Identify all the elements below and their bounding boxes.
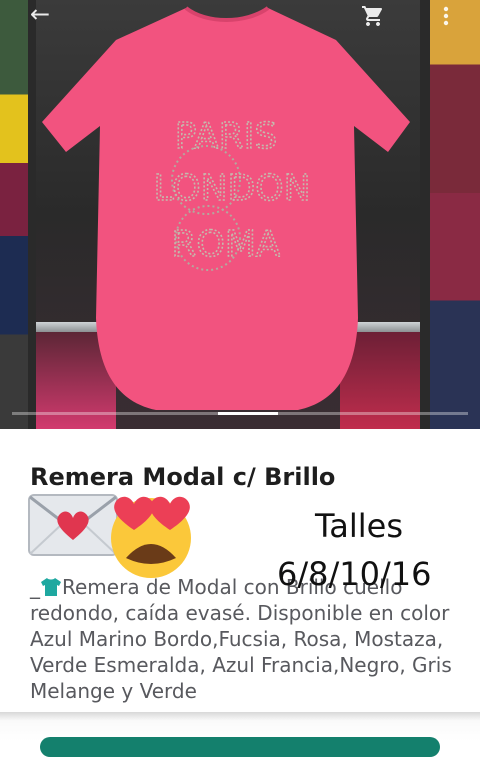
product-description: _ Remera de Modal con Brillo cuello redon… xyxy=(30,574,460,704)
pink-tshirt-image: PARIS LONDON ROMA xyxy=(42,6,410,410)
sizes-label: Talles xyxy=(315,507,403,545)
description-text: Remera de Modal con Brillo cuello redond… xyxy=(30,575,452,703)
product-image-carousel[interactable]: PARIS LONDON ROMA ← xyxy=(0,0,480,429)
image-pager-active-segment xyxy=(218,412,278,415)
shirt-print-line: LONDON xyxy=(153,168,310,209)
product-photo[interactable]: PARIS LONDON ROMA xyxy=(36,0,420,429)
shopping-cart-icon[interactable] xyxy=(360,4,386,28)
description-prefix: _ xyxy=(30,575,40,599)
arrow-back-icon[interactable]: ← xyxy=(30,2,50,26)
next-image-preview[interactable] xyxy=(430,0,480,429)
heart-eyes-face-emoji-icon xyxy=(111,496,191,578)
product-title: Remera Modal c/ Brillo xyxy=(30,463,336,491)
shirt-print-line: ROMA xyxy=(171,224,280,265)
t-shirt-emoji-icon xyxy=(41,578,61,596)
sizes-values: 6/8/10/16 xyxy=(277,555,432,593)
shirt-print-line: PARIS xyxy=(175,116,278,157)
bottom-action-button[interactable] xyxy=(40,737,440,757)
image-pager-indicator xyxy=(12,412,468,415)
more-vert-icon[interactable] xyxy=(440,4,452,28)
previous-image-preview[interactable] xyxy=(0,0,28,429)
